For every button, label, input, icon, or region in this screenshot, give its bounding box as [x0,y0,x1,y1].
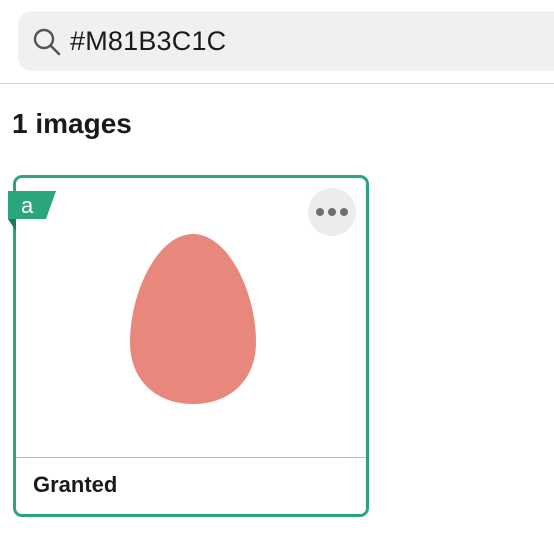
top-bar [0,0,554,84]
a-badge-icon: a [8,191,56,231]
image-card[interactable]: a Granted [8,175,369,517]
card-status-label: Granted [33,472,118,497]
egg-image [130,234,256,404]
search-icon [33,28,61,56]
more-horizontal-icon [316,208,348,216]
svg-text:a: a [21,193,34,218]
card-divider [16,457,366,458]
search-bar[interactable] [18,11,554,71]
more-options-button[interactable] [308,188,356,236]
results-count: 1 images [12,108,132,139]
search-input[interactable] [70,11,550,71]
